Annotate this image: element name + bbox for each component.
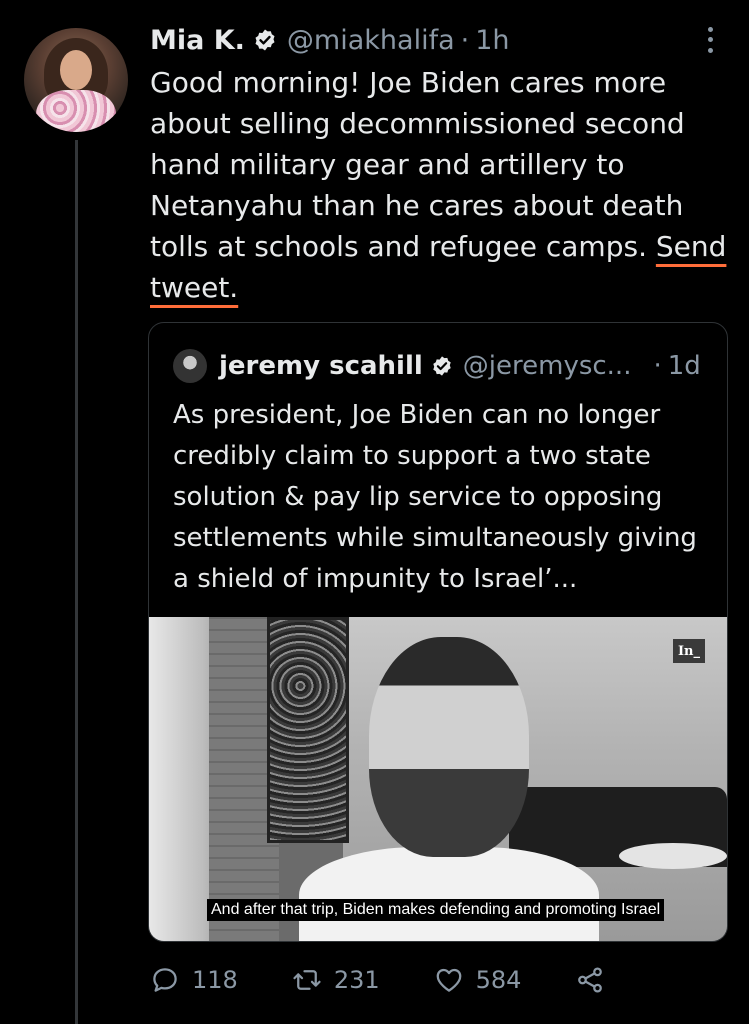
share-icon xyxy=(578,967,603,993)
quoted-video-media[interactable]: In_ And after that trip, Biden makes def… xyxy=(149,617,727,941)
retweet-icon xyxy=(293,970,321,990)
author-handle[interactable]: @miakhalifa xyxy=(287,25,455,56)
tweet-header: Mia K. @miakhalifa · 1h xyxy=(150,20,510,60)
retweet-count: 231 xyxy=(333,966,380,994)
like-count: 584 xyxy=(475,966,522,994)
quoted-separator-dot: · xyxy=(653,351,662,381)
quoted-tweet-text: As president, Joe Biden can no longer cr… xyxy=(173,400,697,594)
verified-badge-icon xyxy=(433,356,451,376)
quoted-tweet-card[interactable]: jeremy scahill @jeremysc... · 1d As pres… xyxy=(148,322,728,942)
share-button[interactable] xyxy=(575,965,605,995)
tweet-text: Good morning! Joe Biden cares more about… xyxy=(150,62,730,308)
author-name[interactable]: Mia K. xyxy=(150,25,245,56)
tweet-actions: 118 231 584 xyxy=(150,960,605,1000)
video-subtitle: And after that trip, Biden makes defendi… xyxy=(207,899,665,921)
thread-line xyxy=(75,140,78,1024)
like-button[interactable]: 584 xyxy=(434,965,522,995)
quoted-author-handle[interactable]: @jeremysc... xyxy=(463,351,632,381)
verified-badge-icon xyxy=(255,29,275,51)
quoted-tweet-time[interactable]: 1d xyxy=(668,351,701,381)
tweet-time[interactable]: 1h xyxy=(475,25,509,56)
author-avatar[interactable] xyxy=(24,28,128,132)
separator-dot: · xyxy=(460,24,470,56)
media-logo: In_ xyxy=(673,639,705,663)
reply-count: 118 xyxy=(192,966,238,994)
reply-button[interactable]: 118 xyxy=(150,965,238,995)
quoted-author-avatar[interactable] xyxy=(173,349,207,383)
heart-icon xyxy=(436,968,461,992)
quoted-tweet-header: jeremy scahill @jeremysc... · 1d xyxy=(173,349,701,383)
retweet-button[interactable]: 231 xyxy=(292,965,380,995)
more-vertical-icon[interactable] xyxy=(698,24,722,56)
tweet-text-main: Good morning! Joe Biden cares more about… xyxy=(150,66,685,263)
quoted-author-name[interactable]: jeremy scahill xyxy=(219,351,423,381)
reply-icon xyxy=(153,968,177,992)
